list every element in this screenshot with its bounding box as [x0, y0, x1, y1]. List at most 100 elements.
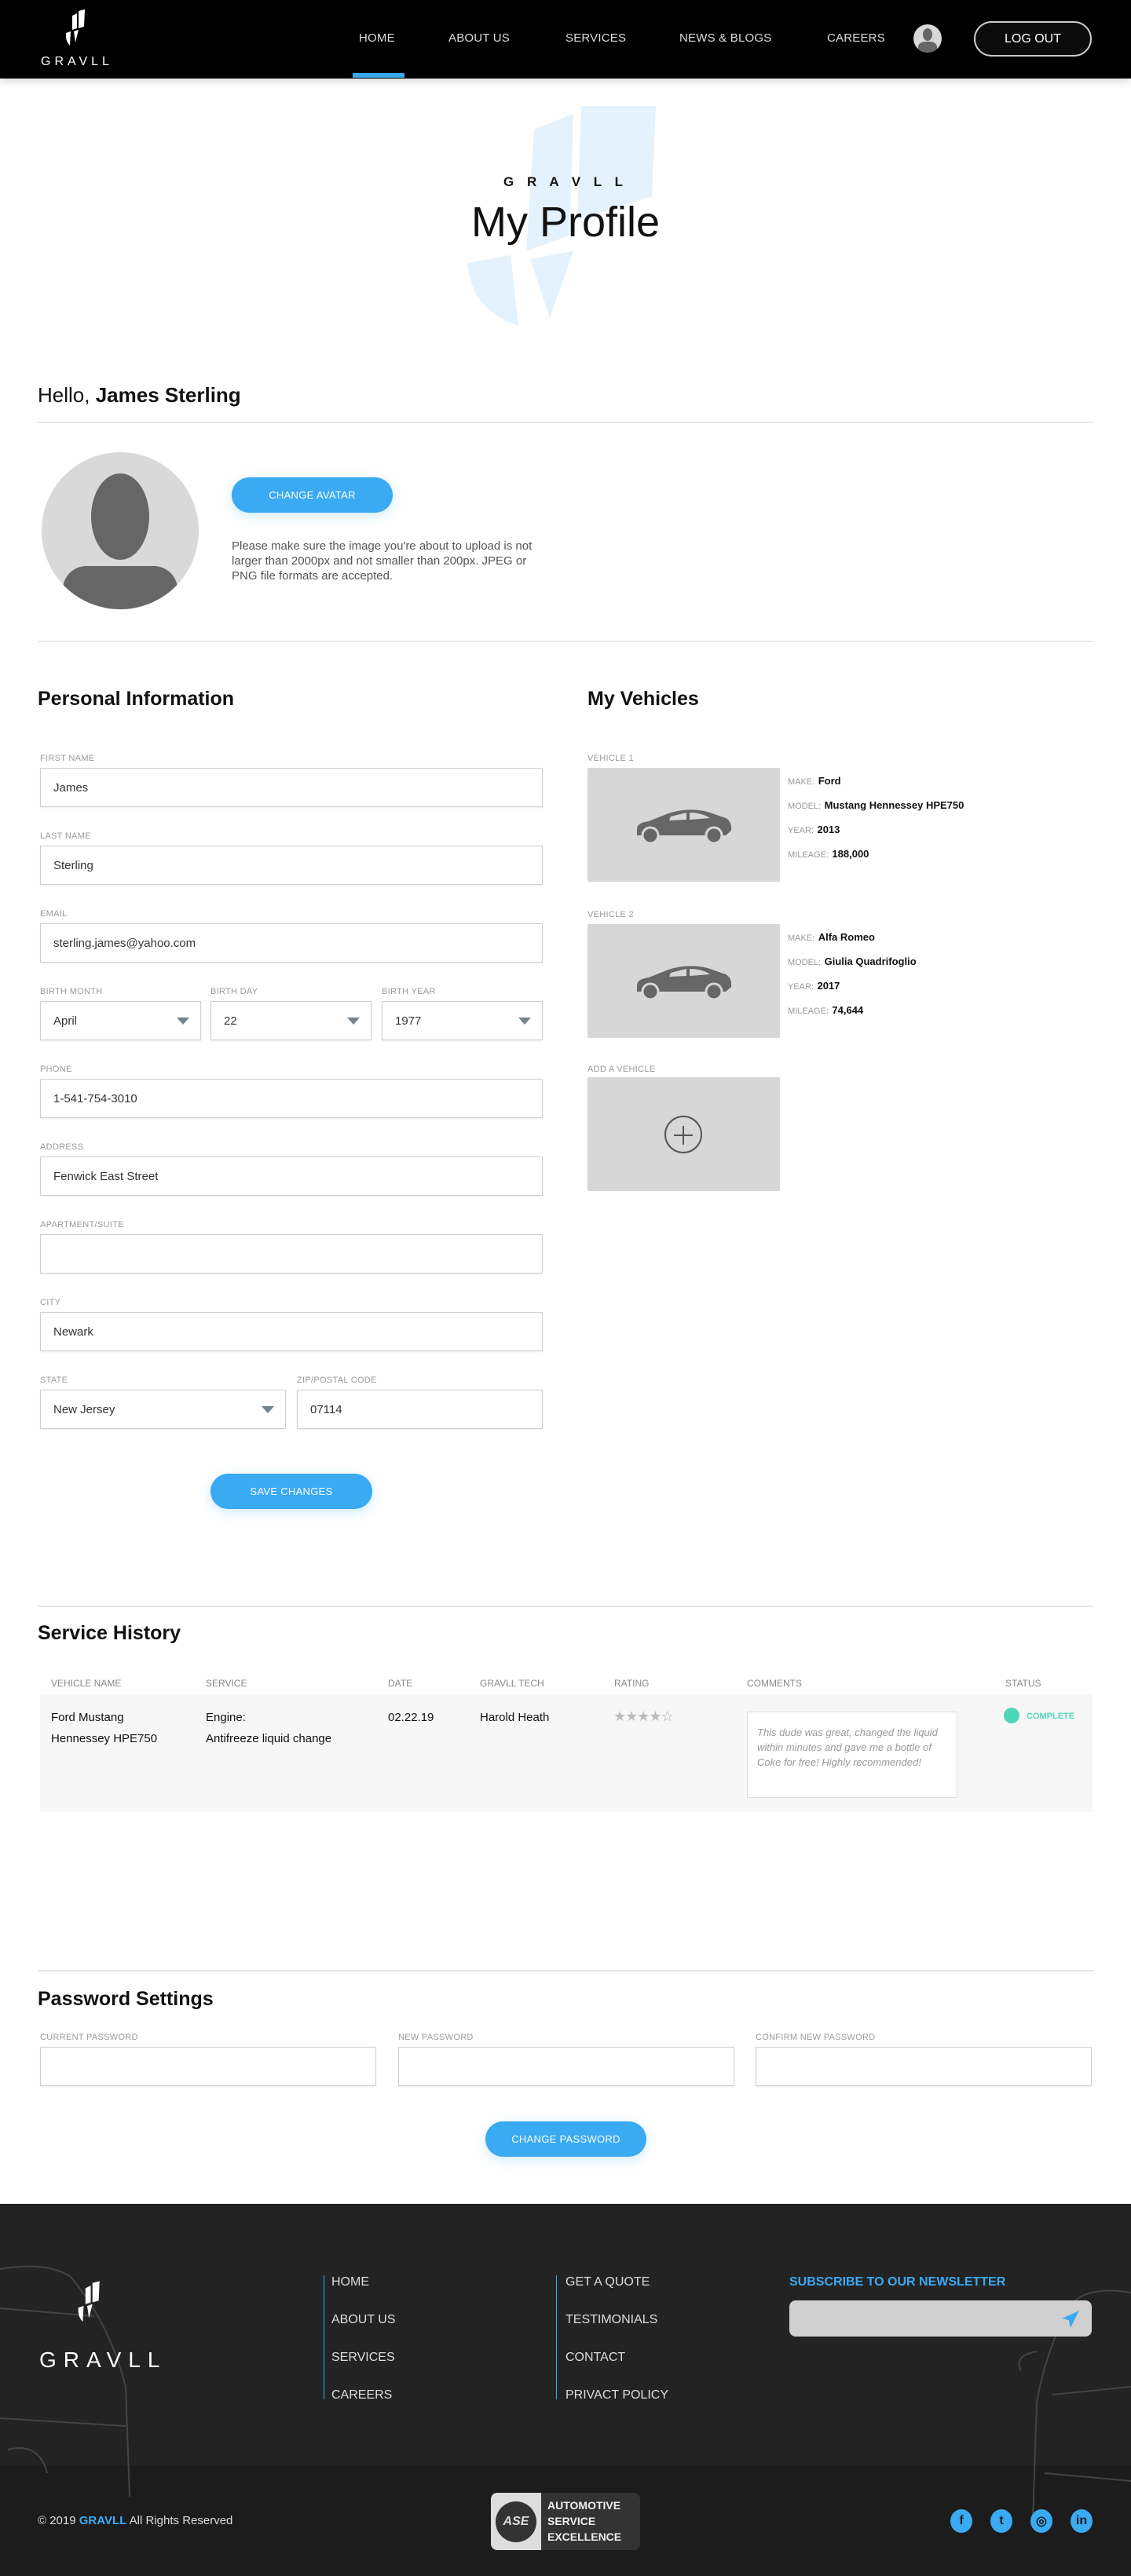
vehicle-model-key: MODEL:: [788, 958, 822, 967]
footer-link[interactable]: GET A QUOTE: [566, 2275, 650, 2289]
logo-mark-icon: [78, 2281, 100, 2322]
status-dot-icon: [1004, 1708, 1019, 1723]
footer-link[interactable]: CAREERS: [331, 2388, 392, 2402]
col-service: SERVICE: [206, 1678, 247, 1689]
vehicle-details: MAKE: Ford MODEL: Mustang Hennessey HPE75…: [788, 769, 964, 867]
col-status: STATUS: [1005, 1678, 1041, 1689]
vehicle-image[interactable]: [587, 924, 780, 1038]
profile-avatar: [42, 452, 199, 609]
change-avatar-button[interactable]: CHANGE AVATAR: [232, 477, 393, 513]
current-password-input[interactable]: [40, 2047, 376, 2086]
apartment-input[interactable]: [40, 1234, 543, 1273]
chevron-down-icon: [262, 1406, 274, 1413]
footer-link[interactable]: ABOUT US: [331, 2313, 396, 2327]
star-icon[interactable]: ★: [649, 1708, 661, 1724]
confirm-password-input[interactable]: [756, 2047, 1092, 2086]
first-name-input[interactable]: James: [40, 768, 543, 807]
nav-home[interactable]: HOME: [359, 31, 395, 45]
star-icon[interactable]: ★: [625, 1708, 638, 1724]
footer-logo[interactable]: GRAVLL: [38, 2273, 171, 2375]
car-icon: [636, 965, 731, 1000]
birth-month-select[interactable]: April: [40, 1001, 201, 1040]
vehicle-year-key: YEAR:: [788, 826, 814, 835]
car-icon: [636, 809, 731, 844]
col-date: DATE: [388, 1678, 413, 1689]
vehicle-model: Giulia Quadrifoglio: [824, 955, 917, 967]
birth-day-select[interactable]: 22: [210, 1001, 372, 1040]
vehicle-line: Ford Mustang: [51, 1711, 124, 1724]
divider: [38, 1606, 1093, 1607]
vehicle-image[interactable]: [587, 768, 780, 882]
change-password-button[interactable]: CHANGE PASSWORD: [485, 2121, 646, 2157]
greeting-prefix: Hello,: [38, 383, 90, 407]
cell-vehicle: Ford Mustang Hennessey HPE750: [51, 1707, 157, 1749]
col-rating: RATING: [614, 1678, 650, 1689]
add-vehicle-button[interactable]: [587, 1077, 780, 1191]
linkedin-icon[interactable]: in: [1071, 2509, 1093, 2533]
vehicle-line: Hennessey HPE750: [51, 1732, 158, 1745]
save-changes-button[interactable]: SAVE CHANGES: [210, 1474, 372, 1509]
status-badge: COMPLETE: [1027, 1712, 1075, 1721]
state-value: New Jersey: [53, 1402, 115, 1416]
address-input[interactable]: Fenwick East Street: [40, 1156, 543, 1196]
vehicle-model-key: MODEL:: [788, 802, 822, 811]
vehicle-make: Ford: [818, 775, 841, 787]
apartment-label: APARTMENT/SUITE: [40, 1220, 124, 1230]
chevron-down-icon: [518, 1018, 531, 1025]
facebook-icon[interactable]: f: [950, 2509, 972, 2533]
email-input[interactable]: sterling.james@yahoo.com: [40, 923, 543, 963]
phone-input[interactable]: 1-541-754-3010: [40, 1079, 543, 1118]
instagram-icon[interactable]: ◎: [1030, 2509, 1052, 2533]
nav-news-blogs[interactable]: NEWS & BLOGS: [679, 31, 771, 45]
birth-year-label: BIRTH YEAR: [382, 987, 436, 996]
twitter-icon[interactable]: t: [990, 2509, 1012, 2533]
star-icon[interactable]: ★: [637, 1708, 650, 1724]
nav-services[interactable]: SERVICES: [566, 31, 626, 45]
vehicle-model: Mustang Hennessey HPE750: [824, 799, 964, 811]
divider: [38, 422, 1093, 423]
city-input[interactable]: Newark: [40, 1312, 543, 1351]
copyright-text: All Rights Reserved: [129, 2514, 233, 2527]
vehicle-year: 2017: [817, 980, 840, 992]
logout-button[interactable]: LOG OUT: [974, 21, 1092, 57]
user-avatar-icon[interactable]: [913, 24, 942, 53]
footer-link[interactable]: PRIVACT POLICY: [566, 2388, 668, 2402]
cell-tech: Harold Heath: [480, 1711, 550, 1724]
new-password-input[interactable]: [398, 2047, 734, 2086]
footer-link[interactable]: HOME: [331, 2275, 369, 2289]
zip-label: ZIP/POSTAL CODE: [297, 1376, 377, 1385]
section-title-vehicles: My Vehicles: [587, 688, 699, 710]
avatar-note: Please make sure the image you're about …: [232, 539, 533, 583]
send-icon[interactable]: [1060, 2309, 1081, 2329]
last-name-input[interactable]: Sterling: [40, 846, 543, 885]
nav-about-us[interactable]: ABOUT US: [448, 31, 510, 45]
zip-input[interactable]: 07114: [297, 1390, 543, 1429]
footer-link[interactable]: TESTIMONIALS: [566, 2313, 657, 2327]
footer-col-divider: [556, 2275, 557, 2399]
state-select[interactable]: New Jersey: [40, 1390, 286, 1429]
vehicle-make-key: MAKE:: [788, 934, 815, 943]
ase-logo-icon: ASE: [491, 2493, 541, 2550]
hero-brand: G R A V L L: [503, 174, 628, 189]
footer-link[interactable]: CONTACT: [566, 2351, 625, 2365]
birth-day-label: BIRTH DAY: [210, 987, 258, 996]
ase-text: AUTOMOTIVE SERVICE EXCELLENCE: [547, 2497, 621, 2545]
plus-icon: [664, 1116, 702, 1153]
copyright-brand[interactable]: GRAVLL: [79, 2514, 127, 2527]
active-nav-indicator: [353, 73, 404, 78]
vehicle-year: 2013: [817, 824, 840, 835]
table-row: Ford Mustang Hennessey HPE750 Engine: Anti…: [40, 1694, 1093, 1812]
birth-year-select[interactable]: 1977: [382, 1001, 543, 1040]
email-label: EMAIL: [40, 909, 68, 919]
ase-badge: ASE AUTOMOTIVE SERVICE EXCELLENCE: [491, 2493, 640, 2550]
birth-year-value: 1977: [395, 1014, 422, 1028]
footer-link[interactable]: SERVICES: [331, 2351, 395, 2365]
nav-careers[interactable]: CAREERS: [827, 31, 885, 45]
newsletter-input[interactable]: [789, 2300, 1092, 2337]
new-password-label: NEW PASSWORD: [398, 2033, 474, 2042]
logo-mark-icon: [65, 9, 85, 46]
star-icon[interactable]: ★: [613, 1708, 626, 1724]
first-name-label: FIRST NAME: [40, 754, 95, 763]
star-icon[interactable]: ☆: [661, 1708, 674, 1724]
logo[interactable]: GRAVLL: [39, 9, 118, 72]
